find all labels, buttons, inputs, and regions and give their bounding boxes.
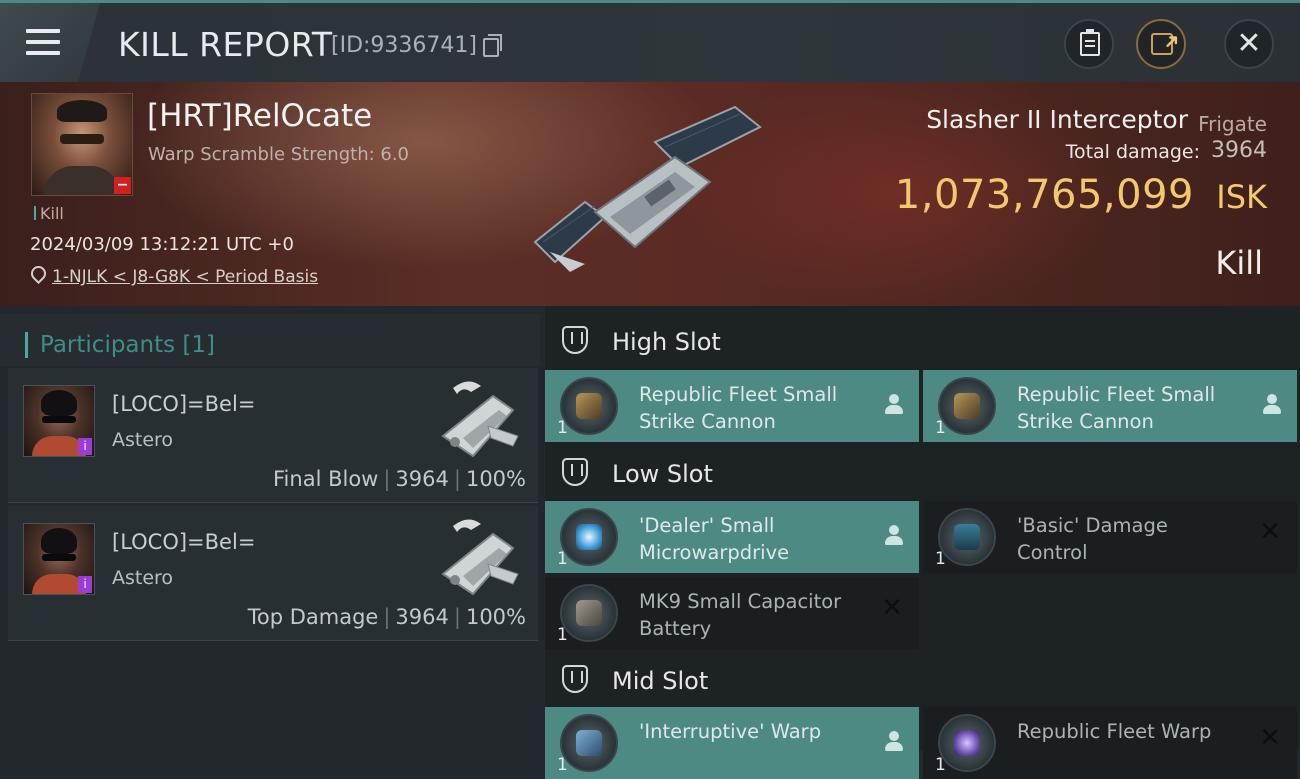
microwarpdrive-module-icon xyxy=(560,508,618,566)
result-label: Kill xyxy=(1215,244,1263,282)
victim-ship-image xyxy=(533,105,762,272)
shield-slot-icon xyxy=(562,458,588,486)
module-name: Republic Fleet Small Strike Cannon xyxy=(1017,383,1216,433)
victim-banner: − [HRT]RelOcate Warp Scramble Strength: … xyxy=(0,82,1300,306)
close-button[interactable]: ✕ xyxy=(1224,19,1274,69)
participants-title: Participants [1] xyxy=(40,332,215,358)
slot-title: Low Slot xyxy=(612,460,713,488)
module-quantity: 1 xyxy=(935,418,946,438)
damage-control-module-icon xyxy=(938,508,996,566)
isk-unit: ISK xyxy=(1216,178,1267,216)
module-quantity: 1 xyxy=(935,755,946,775)
total-damage-label: Total damage: xyxy=(1065,141,1200,163)
participant-ship-image xyxy=(441,381,519,458)
x-icon: ✕ xyxy=(1259,723,1281,753)
hostile-badge-icon: − xyxy=(114,177,131,194)
victim-ship-class: Frigate xyxy=(1198,112,1267,136)
slot-title: High Slot xyxy=(612,328,721,356)
top-bar: KILL REPORT [ID:9336741] ➜ ✕ xyxy=(0,0,1300,82)
pilot-icon xyxy=(1262,394,1282,416)
low-slot-header: Low Slot xyxy=(545,442,1300,502)
participant-damage: 3964 xyxy=(395,467,449,491)
x-icon: ✕ xyxy=(1259,517,1281,547)
shield-slot-icon xyxy=(562,665,588,693)
participant-ship: Astero xyxy=(112,567,174,589)
module-quantity: 1 xyxy=(557,549,568,569)
location-pin-icon xyxy=(27,262,50,285)
participant-stats: Final Blow | 3964 | 100% xyxy=(273,467,526,491)
module-item[interactable]: 1 MK9 Small Capacitor Battery ✕ xyxy=(545,577,919,649)
menu-button[interactable] xyxy=(0,3,100,82)
pilot-icon xyxy=(884,394,904,416)
mid-slot-header: Mid Slot xyxy=(545,649,1300,709)
participant-role: Top Damage xyxy=(247,605,379,629)
module-item[interactable]: 1 Republic Fleet Small Strike Cannon xyxy=(545,370,919,442)
info-badge-icon: i xyxy=(78,438,92,455)
kill-datetime: 2024/03/09 13:12:21 UTC +0 xyxy=(30,234,294,255)
page-title: KILL REPORT xyxy=(118,25,333,64)
warp-disruptor-module-icon xyxy=(560,714,618,772)
clipboard-icon xyxy=(1080,29,1100,56)
participant-name[interactable]: [LOCO]=Bel= xyxy=(112,392,255,416)
module-item[interactable]: 1 'Interruptive' Warp xyxy=(545,707,919,779)
copy-icon[interactable] xyxy=(483,34,502,57)
module-name: Republic Fleet Warp xyxy=(1017,720,1212,743)
participant-card[interactable]: i [LOCO]=Bel= Astero Final Blow | 3964 | 100… xyxy=(8,368,538,503)
module-quantity: 1 xyxy=(557,418,568,438)
participants-header: Participants [1] xyxy=(0,314,540,366)
participant-name[interactable]: [LOCO]=Bel= xyxy=(112,530,255,554)
close-icon: ✕ xyxy=(1236,26,1262,61)
kill-id: [ID:9336741] xyxy=(331,33,477,58)
module-item[interactable]: 1 Republic Fleet Warp ✕ xyxy=(923,707,1297,779)
module-quantity: 1 xyxy=(557,625,568,645)
high-slot-header: High Slot xyxy=(545,310,1300,370)
participant-percent: 100% xyxy=(465,605,526,629)
total-damage-value: 3964 xyxy=(1211,138,1267,163)
module-quantity: 1 xyxy=(557,755,568,775)
module-name: Republic Fleet Small Strike Cannon xyxy=(639,383,838,433)
module-name: 'Interruptive' Warp xyxy=(639,720,822,743)
kill-tag: Kill xyxy=(34,204,64,223)
capacitor-battery-module-icon xyxy=(560,584,618,642)
cannon-module-icon xyxy=(560,377,618,435)
participant-stats: Top Damage | 3964 | 100% xyxy=(247,605,526,629)
participant-card[interactable]: i [LOCO]=Bel= Astero Top Damage | 3964 | 100… xyxy=(8,506,538,641)
warp-scramble-strength: Warp Scramble Strength: 6.0 xyxy=(148,144,410,165)
pilot-icon xyxy=(884,525,904,547)
fitting-panel: High Slot 1 Republic Fleet Small Strike … xyxy=(545,306,1300,779)
module-name: MK9 Small Capacitor Battery xyxy=(639,590,842,640)
clipboard-button[interactable] xyxy=(1064,19,1114,69)
victim-ship-name[interactable]: Slasher II Interceptor xyxy=(926,105,1188,134)
warp-scrambler-module-icon xyxy=(938,714,996,772)
share-button[interactable]: ➜ xyxy=(1136,19,1186,69)
participants-panel: Participants [1] i [LOCO]=Bel= Astero Fi… xyxy=(0,306,540,750)
slot-title: Mid Slot xyxy=(612,667,709,695)
participant-percent: 100% xyxy=(465,467,526,491)
module-item[interactable]: 1 'Basic' Damage Control ✕ xyxy=(923,501,1297,573)
participant-damage: 3964 xyxy=(395,605,449,629)
shield-slot-icon xyxy=(562,326,588,354)
cannon-module-icon xyxy=(938,377,996,435)
kill-location-link[interactable]: 1-NJLK < J8-G8K < Period Basis xyxy=(52,267,318,287)
module-name: 'Dealer' Small Microwarpdrive xyxy=(639,514,790,564)
participant-role: Final Blow xyxy=(273,467,379,491)
isk-value: 1,073,765,099 xyxy=(894,172,1194,218)
participant-ship-image xyxy=(441,519,519,596)
module-item[interactable]: 1 Republic Fleet Small Strike Cannon xyxy=(923,370,1297,442)
module-quantity: 1 xyxy=(935,549,946,569)
x-icon: ✕ xyxy=(881,593,903,623)
module-item[interactable]: 1 'Dealer' Small Microwarpdrive xyxy=(545,501,919,573)
participant-ship: Astero xyxy=(112,429,174,451)
module-name: 'Basic' Damage Control xyxy=(1017,514,1168,564)
victim-name[interactable]: [HRT]RelOcate xyxy=(147,98,372,134)
info-badge-icon: i xyxy=(78,576,92,593)
